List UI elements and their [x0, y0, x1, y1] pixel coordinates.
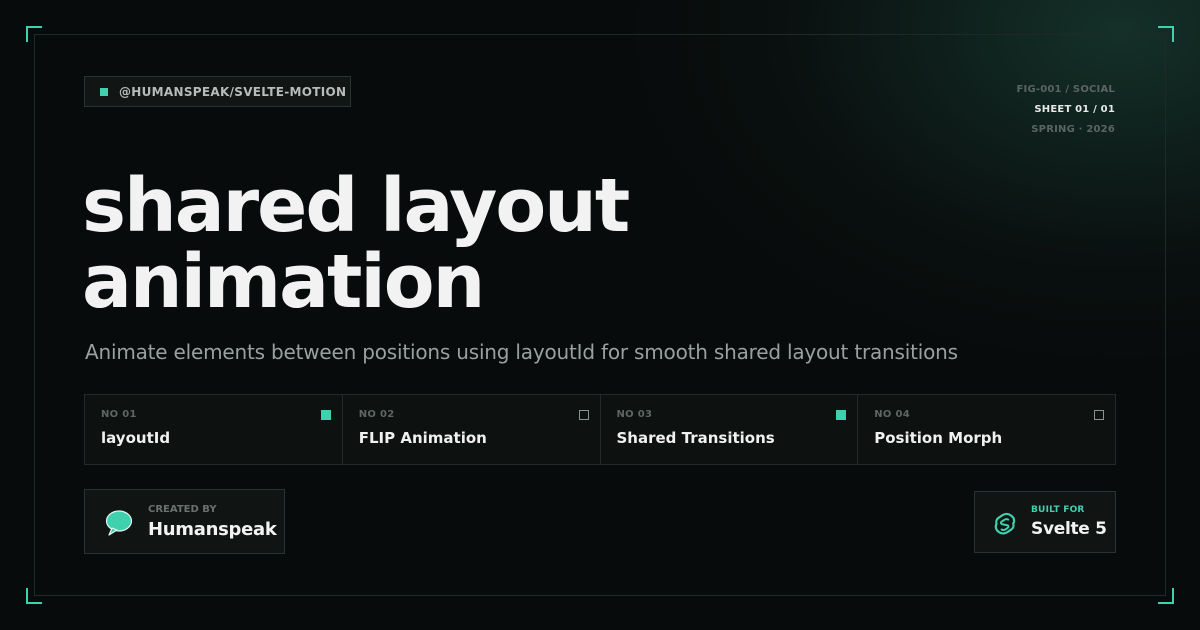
checkbox-icon	[836, 410, 847, 420]
package-tag: @HUMANSPEAK/SVELTE-MOTION	[84, 76, 351, 107]
feature-item-flip-animation: NO 02 FLIP Animation	[343, 395, 601, 464]
built-for-card: BUILT FOR Svelte 5	[974, 491, 1116, 553]
feature-name: Position Morph	[874, 429, 1003, 447]
feature-number: NO 01	[101, 409, 137, 420]
created-by-card: CREATED BY Humanspeak	[84, 489, 285, 554]
checkbox-icon	[320, 410, 331, 420]
subtitle: Animate elements between positions using…	[85, 340, 958, 364]
feature-number: NO 02	[358, 409, 395, 420]
svelte-logo-icon	[994, 512, 1016, 535]
feature-name: FLIP Animation	[358, 429, 487, 447]
sheet-label: SHEET 01 / 01	[1034, 104, 1115, 115]
figure-label: FIG-001 / SOCIAL	[1016, 84, 1115, 95]
feature-number: NO 04	[874, 409, 911, 420]
feature-list: NO 01 layoutId NO 02 FLIP Animation NO 0…	[84, 394, 1116, 465]
created-by-label: CREATED BY	[148, 504, 217, 515]
square-icon	[100, 87, 108, 96]
package-name: @HUMANSPEAK/SVELTE-MOTION	[119, 84, 347, 99]
corner-mark-top-left	[26, 26, 42, 42]
title-line-1: shared layout	[82, 163, 630, 249]
built-for-label: BUILT FOR	[1031, 505, 1085, 515]
feature-item-layoutid: NO 01 layoutId	[85, 395, 343, 464]
creator-name: Humanspeak	[148, 519, 277, 540]
feature-item-shared-transitions: NO 03 Shared Transitions	[601, 395, 859, 464]
corner-mark-bottom-right	[1158, 588, 1174, 604]
feature-item-position-morph: NO 04 Position Morph	[858, 395, 1115, 464]
page-title: shared layout animation	[82, 163, 630, 325]
corner-mark-top-right	[1158, 26, 1174, 42]
feature-number: NO 03	[616, 409, 653, 420]
corner-mark-bottom-left	[26, 588, 42, 604]
title-line-2: animation	[82, 239, 485, 325]
framework-name: Svelte 5	[1031, 519, 1107, 539]
season-label: SPRING · 2026	[1031, 124, 1115, 135]
checkbox-icon	[1094, 410, 1104, 420]
feature-name: Shared Transitions	[616, 429, 775, 447]
sheet-meta: FIG-001 / SOCIAL SHEET 01 / 01 SPRING · …	[1017, 80, 1115, 140]
checkbox-icon	[578, 410, 589, 420]
speech-bubble-icon	[105, 510, 133, 536]
feature-name: layoutId	[101, 429, 171, 447]
